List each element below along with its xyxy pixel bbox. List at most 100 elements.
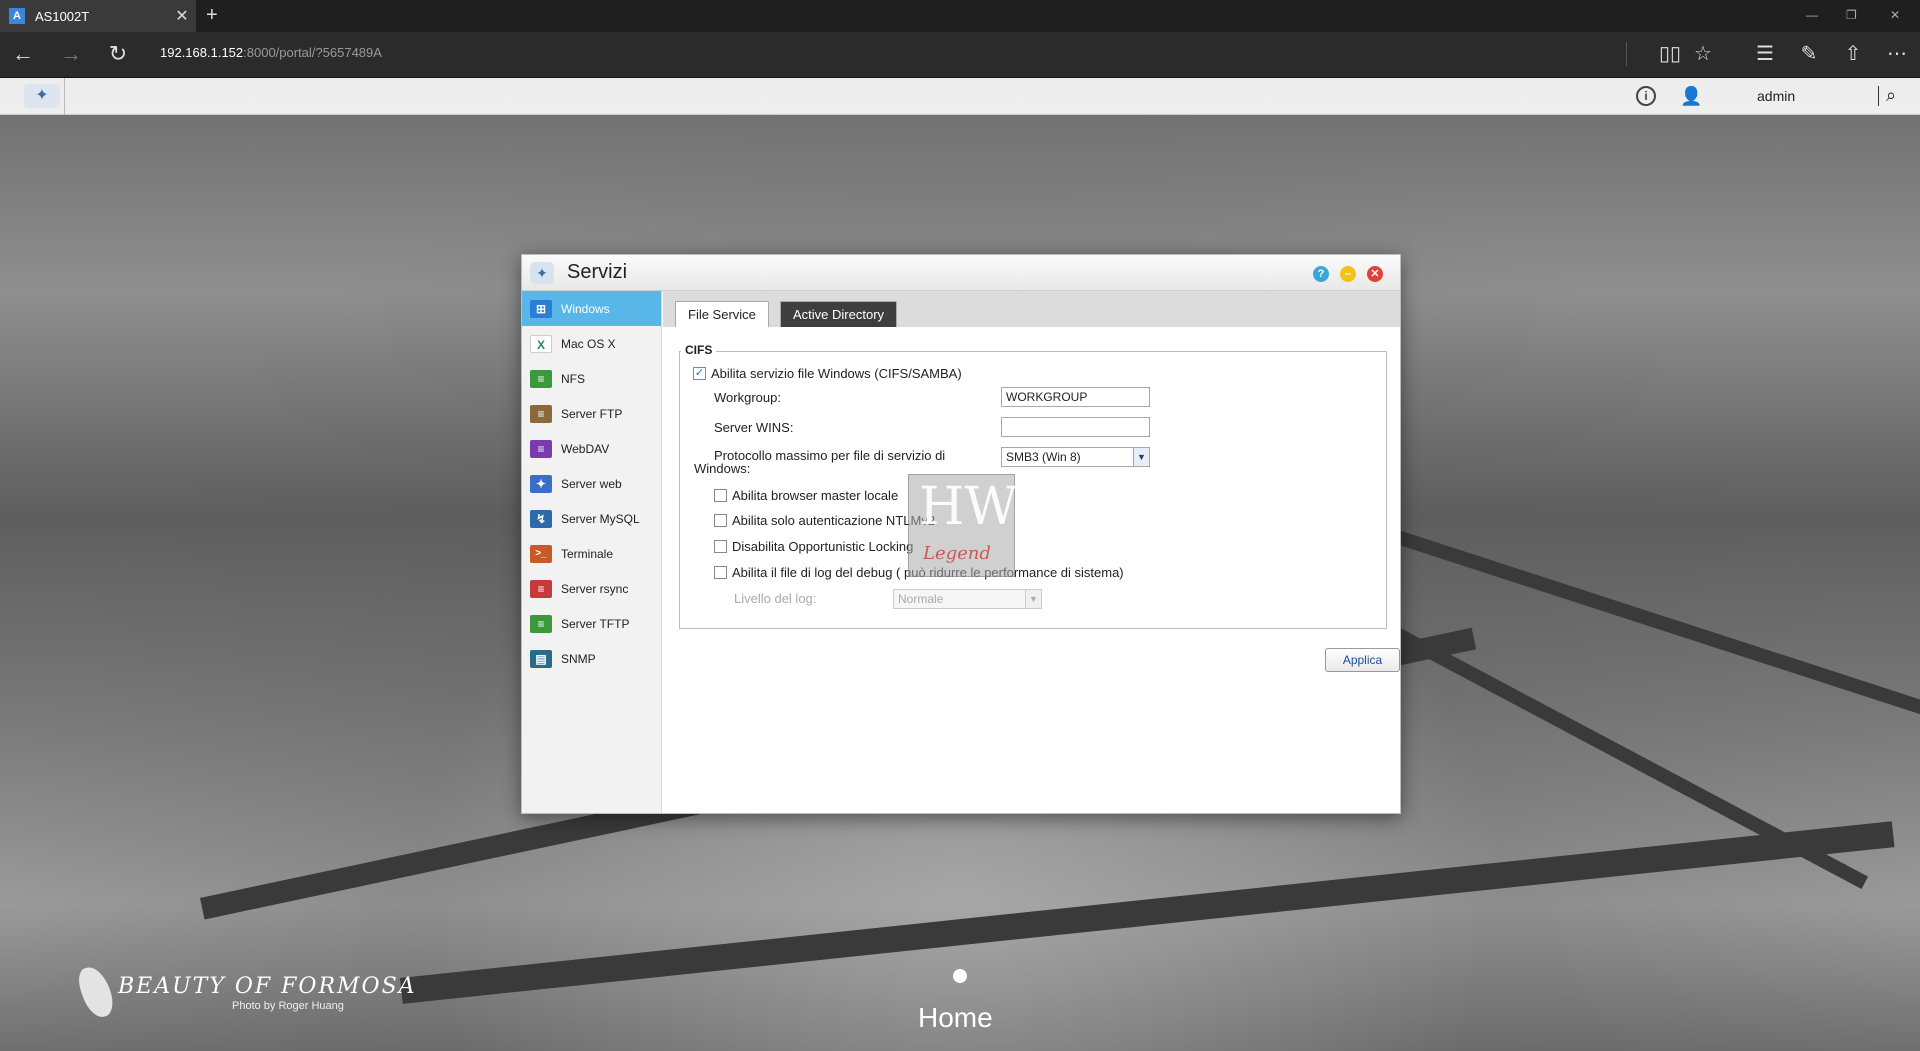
watermark-logo-text: HW	[919, 477, 1018, 537]
ntlmv2-label: Abilita solo autenticazione NTLMv2	[732, 513, 936, 528]
search-divider	[1878, 86, 1879, 106]
sidebar-item-mysql[interactable]: ↯ Server MySQL	[522, 501, 661, 536]
sidebar-item-snmp[interactable]: ▤ SNMP	[522, 641, 661, 676]
hwlegend-watermark-logo: HW Legend	[908, 474, 1018, 577]
browser-address-bar: ← → ↻ 192.168.1.152:8000/portal/?5657489…	[0, 32, 1920, 78]
browser-tab-bar: A AS1002T ✕ + — ❐ ✕	[0, 0, 1920, 32]
services-app-icon: ✦	[530, 262, 554, 284]
url-host: 192.168.1.152	[160, 45, 244, 60]
oplocks-checkbox[interactable]	[714, 540, 727, 553]
sidebar-item-label: Server MySQL	[561, 511, 640, 526]
hub-icon[interactable]: ☰	[1750, 41, 1780, 66]
more-icon[interactable]: ⋯	[1882, 41, 1912, 66]
sidebar-item-label: SNMP	[561, 651, 596, 666]
ntlmv2-checkbox[interactable]	[714, 514, 727, 527]
max-protocol-value: SMB3 (Win 8)	[1006, 450, 1081, 464]
url-path: :8000/portal/?5657489A	[243, 45, 382, 60]
terminal-icon: >_	[530, 544, 552, 563]
cifs-legend: CIFS	[681, 343, 717, 357]
taskbar-divider	[64, 78, 65, 115]
sidebar-item-label: Server web	[561, 476, 622, 491]
sidebar-item-nfs[interactable]: ≡ NFS	[522, 361, 661, 396]
max-protocol-label-cont: Windows:	[694, 461, 751, 476]
sidebar-item-ftp[interactable]: ≡ Server FTP	[522, 396, 661, 431]
enable-cifs-row[interactable]: ✓ Abilita servizio file Windows (CIFS/SA…	[693, 366, 962, 381]
new-tab-icon[interactable]: +	[206, 4, 218, 27]
back-icon[interactable]: ←	[8, 41, 38, 67]
sidebar-item-label: NFS	[561, 371, 585, 386]
sidebar-item-label: Server rsync	[561, 581, 629, 596]
home-page-indicator[interactable]	[953, 969, 967, 983]
refresh-icon[interactable]: ↻	[103, 41, 133, 67]
sidebar-item-label: Terminale	[561, 546, 614, 561]
user-icon[interactable]: 👤	[1680, 86, 1702, 107]
close-window-icon[interactable]: ✕	[1890, 8, 1900, 22]
web-server-icon: ✦	[530, 474, 552, 493]
adm-taskbar: ✦ i 👤 admin ⌕	[0, 78, 1920, 115]
toolbar-divider	[1626, 42, 1627, 66]
sidebar-item-label: Server FTP	[561, 406, 623, 421]
sidebar-item-rsync[interactable]: ≡ Server rsync	[522, 571, 661, 606]
window-title: Servizi	[567, 261, 628, 283]
wallpaper-brand: BEAUTY OF FORMOSA	[118, 974, 417, 999]
tab-strip: File Service Active Directory	[663, 291, 1400, 327]
oplocks-row[interactable]: Disabilita Opportunistic Locking	[714, 539, 913, 554]
wallpaper-credit: Photo by Roger Huang	[232, 1000, 344, 1012]
sidebar-item-webdav[interactable]: ≡ WebDAV	[522, 431, 661, 466]
wins-server-label: Server WINS:	[714, 420, 794, 435]
enable-cifs-checkbox[interactable]: ✓	[693, 367, 706, 380]
tab-file-service[interactable]: File Service	[675, 301, 769, 327]
app-menu-icon[interactable]: ✦	[24, 84, 60, 108]
nfs-icon: ≡	[530, 369, 552, 388]
debug-log-checkbox[interactable]	[714, 566, 727, 579]
sidebar-item-web-server[interactable]: ✦ Server web	[522, 466, 661, 501]
asustor-favicon-icon: A	[9, 8, 25, 24]
sidebar-item-macos[interactable]: X Mac OS X	[522, 326, 661, 361]
sidebar-item-windows[interactable]: ⊞ Windows	[522, 291, 661, 326]
watermark-logo-subtext: Legend	[923, 543, 991, 564]
forward-icon[interactable]: →	[56, 41, 86, 67]
chevron-down-icon: ▼	[1025, 590, 1041, 608]
tab-title: AS1002T	[35, 8, 90, 24]
mysql-icon: ↯	[530, 509, 552, 528]
wins-server-input[interactable]	[1001, 417, 1150, 437]
sidebar-item-tftp[interactable]: ≡ Server TFTP	[522, 606, 661, 641]
services-sidebar: ⊞ Windows X Mac OS X ≡ NFS ≡ Server FTP …	[522, 291, 662, 813]
minimize-icon[interactable]: –	[1340, 266, 1356, 282]
tab-active-directory[interactable]: Active Directory	[780, 301, 898, 327]
share-icon[interactable]: ⇧	[1838, 41, 1868, 66]
max-protocol-select[interactable]: SMB3 (Win 8) ▼	[1001, 447, 1150, 467]
browser-tab[interactable]: A AS1002T ✕	[0, 0, 196, 32]
log-level-value: Normale	[898, 592, 944, 606]
help-icon[interactable]: ?	[1313, 266, 1329, 282]
workgroup-input[interactable]: WORKGROUP	[1001, 387, 1150, 407]
log-level-label: Livello del log:	[734, 591, 817, 606]
rail-decoration	[400, 821, 1895, 1004]
search-icon[interactable]: ⌕	[1886, 85, 1896, 106]
apply-button[interactable]: Applica	[1325, 648, 1400, 672]
home-label: Home	[918, 1002, 993, 1033]
browser-master-label: Abilita browser master locale	[732, 488, 899, 503]
sidebar-item-terminal[interactable]: >_ Terminale	[522, 536, 661, 571]
user-name[interactable]: admin	[1757, 88, 1795, 104]
info-icon[interactable]: i	[1636, 86, 1656, 106]
window-titlebar[interactable]: ✦ Servizi ? – ✕	[522, 255, 1400, 291]
log-level-select[interactable]: Normale ▼	[893, 589, 1042, 609]
webdav-icon: ≡	[530, 439, 552, 458]
tftp-icon: ≡	[530, 614, 552, 633]
minimize-window-icon[interactable]: —	[1806, 8, 1818, 22]
web-note-icon[interactable]: ✎	[1794, 41, 1824, 66]
browser-master-checkbox[interactable]	[714, 489, 727, 502]
browser-master-row[interactable]: Abilita browser master locale	[714, 488, 898, 503]
reading-view-icon[interactable]: ▯▯	[1655, 41, 1685, 66]
sidebar-item-label: WebDAV	[561, 441, 610, 456]
windows-icon: ⊞	[530, 299, 552, 318]
favorite-star-icon[interactable]: ☆	[1688, 41, 1718, 66]
sidebar-item-label: Windows	[561, 301, 610, 316]
ftp-icon: ≡	[530, 404, 552, 423]
close-icon[interactable]: ✕	[1367, 266, 1383, 282]
url-field[interactable]: 192.168.1.152:8000/portal/?5657489A	[160, 45, 382, 60]
restore-window-icon[interactable]: ❐	[1846, 8, 1857, 22]
close-tab-icon[interactable]: ✕	[168, 6, 196, 26]
ntlmv2-row[interactable]: Abilita solo autenticazione NTLMv2	[714, 513, 935, 528]
